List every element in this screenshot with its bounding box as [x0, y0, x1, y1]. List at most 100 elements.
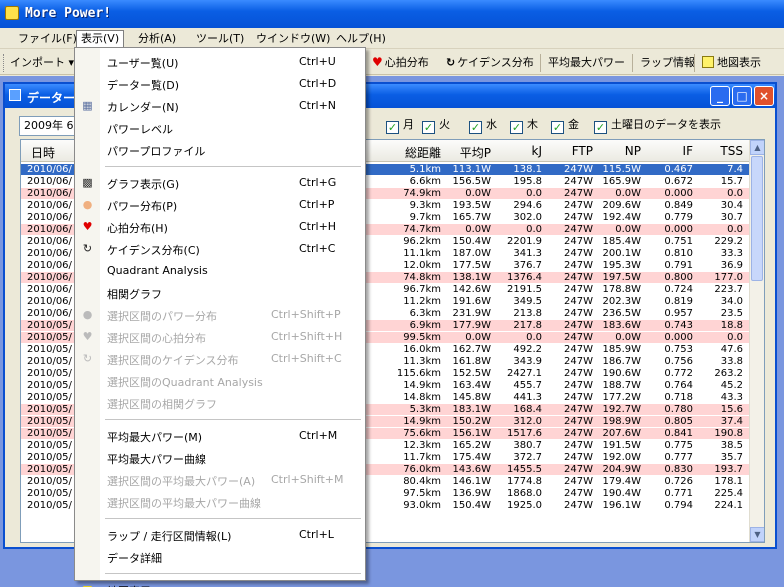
cell-dist: 5.3km: [409, 404, 441, 415]
day-checkbox-3[interactable]: ✓ 木: [510, 117, 538, 134]
meanmax-button[interactable]: 平均最大パワー: [548, 55, 625, 71]
cell-dist: 6.3km: [409, 308, 441, 319]
cell-tss: 225.4: [714, 488, 743, 499]
menu-item[interactable]: 選択区間の平均最大パワー(A) Ctrl+Shift+M: [75, 469, 365, 491]
cell-dist: 96.7km: [403, 284, 441, 295]
heart-dist-button[interactable]: ♥ 心拍分布: [372, 55, 429, 71]
menu-item[interactable]: 選択区間の相関グラフ: [75, 392, 365, 414]
menu-item[interactable]: ↻ 選択区間のケイデンス分布 Ctrl+Shift+C: [75, 348, 365, 370]
menu-item[interactable]: ● 選択区間のパワー分布 Ctrl+Shift+P: [75, 304, 365, 326]
menu-item[interactable]: ユーザー覧(U) Ctrl+U: [75, 51, 365, 73]
menu-item[interactable]: ♥ 心拍分布(H) Ctrl+H: [75, 216, 365, 238]
cell-dist: 9.7km: [409, 212, 441, 223]
cell-tss: 43.3: [720, 392, 743, 403]
cycle-icon: ↻: [82, 242, 93, 255]
menu-item[interactable]: ↻ ケイデンス分布(C) Ctrl+C: [75, 238, 365, 260]
cell-tss: 38.5: [720, 440, 743, 451]
menu-item-label: 選択区間のQuadrant Analysis: [107, 376, 263, 389]
vertical-scrollbar[interactable]: ▲ ▼: [749, 140, 764, 542]
menu-item[interactable]: ■ 地図表示 - Google Maps: [75, 579, 365, 587]
column-header[interactable]: NP: [625, 144, 641, 158]
scroll-thumb[interactable]: [751, 156, 763, 281]
minimize-icon[interactable]: _: [710, 86, 730, 106]
cell-avgp: 165.7W: [452, 212, 491, 223]
column-header[interactable]: 平均P: [460, 144, 491, 161]
menu-item[interactable]: Quadrant Analysis: [75, 260, 365, 282]
cell-np: 185.9W: [602, 344, 641, 355]
cell-dist: 74.8km: [403, 272, 441, 283]
day-checkbox-4[interactable]: ✓ 金: [551, 117, 579, 134]
maximize-icon[interactable]: □: [732, 86, 752, 106]
map-button[interactable]: 地図表示: [702, 55, 761, 71]
scroll-down-icon[interactable]: ▼: [750, 527, 764, 542]
day-checkbox-1[interactable]: ✓ 火: [422, 117, 450, 134]
column-header[interactable]: 総距離: [405, 144, 441, 161]
cell-avgp: 150.2W: [452, 416, 491, 427]
column-header[interactable]: TSS: [720, 144, 743, 158]
menu-item[interactable]: データ詳細: [75, 546, 365, 568]
close-icon[interactable]: ×: [754, 86, 774, 106]
cell-date: 2010/06/: [27, 296, 72, 307]
app-titlebar: More Power!: [0, 0, 784, 28]
day-checkbox-0[interactable]: ✓ 月: [386, 117, 414, 134]
cell-date: 2010/06/: [27, 224, 72, 235]
cell-np: 197.5W: [602, 272, 641, 283]
menu-item[interactable]: パワーレベル: [75, 117, 365, 139]
cell-np: 0.0W: [615, 188, 641, 199]
menu-item[interactable]: ▩ グラフ表示(G) Ctrl+G: [75, 172, 365, 194]
cell-date: 2010/05/: [27, 500, 72, 511]
cell-np: 185.4W: [602, 236, 641, 247]
cell-if: 0.849: [664, 200, 693, 211]
weekend-label: 土曜日のデータを表示: [611, 118, 721, 131]
menu-item[interactable]: 平均最大パワー曲線: [75, 447, 365, 469]
menu-item[interactable]: ラップ / 走行区間情報(L) Ctrl+L: [75, 524, 365, 546]
cell-ftp: 247W: [564, 320, 593, 331]
day-label: 水: [486, 118, 497, 131]
cell-tss: 23.5: [720, 308, 743, 319]
column-header[interactable]: IF: [683, 144, 693, 158]
menu-item[interactable]: 選択区間のQuadrant Analysis: [75, 370, 365, 392]
menu-item[interactable]: ● パワー分布(P) Ctrl+P: [75, 194, 365, 216]
menu-item[interactable]: 選択区間の平均最大パワー曲線: [75, 491, 365, 513]
menu-4[interactable]: ウインドウ(W): [252, 31, 334, 48]
cell-date: 2010/06/: [27, 272, 72, 283]
menu-5[interactable]: ヘルプ(H): [332, 31, 390, 48]
cadence-dist-button[interactable]: ↻ ケイデンス分布: [446, 55, 534, 71]
column-header[interactable]: 日時: [31, 144, 55, 161]
menu-item[interactable]: ▦ カレンダー(N) Ctrl+N: [75, 95, 365, 117]
cell-avgp: 156.1W: [452, 428, 491, 439]
cell-kj: 294.6: [513, 200, 542, 211]
cell-np: 192.0W: [602, 452, 641, 463]
cell-kj: 376.7: [513, 260, 542, 271]
lap-button[interactable]: ラップ情報: [640, 55, 695, 71]
menu-2[interactable]: 分析(A): [134, 31, 180, 48]
menu-item-label: Quadrant Analysis: [107, 264, 208, 277]
cell-tss: 35.7: [720, 452, 743, 463]
menu-3[interactable]: ツール(T): [192, 31, 248, 48]
menu-item[interactable]: 相関グラフ: [75, 282, 365, 304]
menu-item[interactable]: データー覧(D) Ctrl+D: [75, 73, 365, 95]
menu-item[interactable]: ♥ 選択区間の心拍分布 Ctrl+Shift+H: [75, 326, 365, 348]
menu-item[interactable]: パワープロファイル: [75, 139, 365, 161]
cell-tss: 190.8: [714, 428, 743, 439]
column-header[interactable]: kJ: [532, 144, 543, 158]
cell-ftp: 247W: [564, 404, 593, 415]
cell-if: 0.000: [664, 332, 693, 343]
day-checkbox-2[interactable]: ✓ 水: [469, 117, 497, 134]
menu-item-label: 心拍分布(H): [107, 222, 168, 235]
scroll-up-icon[interactable]: ▲: [750, 140, 764, 155]
cell-ftp: 247W: [564, 368, 593, 379]
menu-item[interactable]: 平均最大パワー(M) Ctrl+M: [75, 425, 365, 447]
menu-0[interactable]: ファイル(F): [14, 31, 81, 48]
cell-np: 200.1W: [602, 248, 641, 259]
cell-tss: 30.4: [720, 200, 743, 211]
column-header[interactable]: FTP: [572, 144, 593, 158]
import-button[interactable]: インポート ▾: [10, 55, 74, 71]
toolbar-grip[interactable]: [3, 54, 6, 72]
menu-item-shortcut: Ctrl+N: [299, 99, 337, 112]
weekend-checkbox[interactable]: ✓ 土曜日のデータを表示: [594, 117, 721, 134]
menu-1[interactable]: 表示(V): [76, 30, 125, 47]
toolbar-separator: [694, 54, 695, 72]
cell-dist: 11.3km: [403, 356, 441, 367]
cell-tss: 18.8: [720, 320, 743, 331]
